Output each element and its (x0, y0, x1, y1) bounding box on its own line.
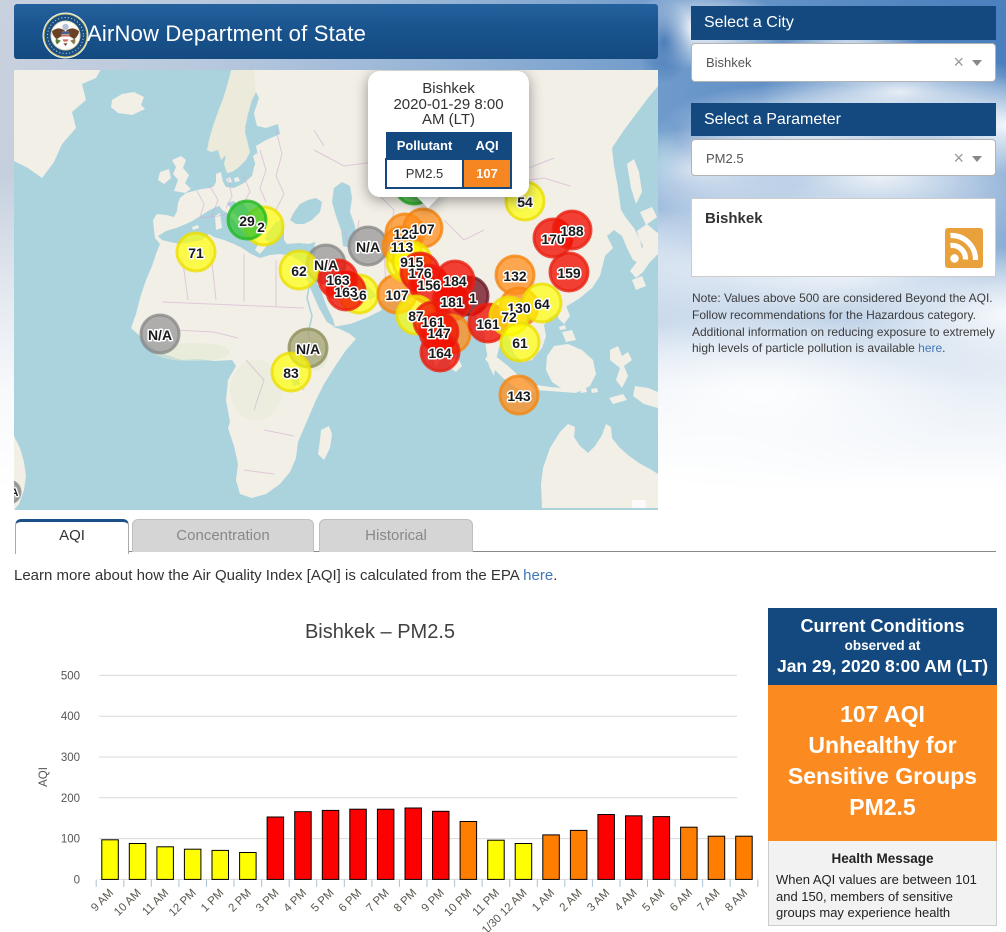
svg-text:5 AM: 5 AM (640, 887, 667, 914)
svg-text:1 PM: 1 PM (199, 887, 226, 914)
svg-text:72: 72 (501, 309, 517, 325)
svg-text:61: 61 (512, 335, 528, 351)
svg-text:400: 400 (61, 711, 80, 723)
svg-text:107: 107 (385, 287, 409, 303)
svg-text:2 PM: 2 PM (226, 887, 253, 914)
svg-text:12 PM: 12 PM (167, 887, 199, 919)
svg-text:147: 147 (427, 325, 451, 341)
svg-text:300: 300 (61, 752, 80, 764)
svg-text:11 AM: 11 AM (140, 887, 171, 918)
svg-text:62: 62 (291, 263, 307, 279)
svg-text:2 AM: 2 AM (558, 887, 585, 914)
svg-text:AQI: AQI (38, 767, 50, 787)
svg-text:4 PM: 4 PM (282, 887, 309, 914)
svg-text:200: 200 (61, 793, 80, 805)
svg-text:184: 184 (443, 273, 467, 289)
svg-text:159: 159 (557, 265, 581, 281)
svg-text:N/A: N/A (356, 239, 380, 255)
svg-text:164: 164 (428, 345, 452, 361)
svg-text:64: 64 (534, 296, 550, 312)
svg-text:161: 161 (476, 316, 500, 332)
svg-text:100: 100 (61, 834, 80, 846)
svg-text:7 AM: 7 AM (695, 887, 722, 914)
svg-text:4 AM: 4 AM (613, 887, 640, 914)
svg-text:181: 181 (440, 294, 464, 310)
svg-text:83: 83 (283, 365, 299, 381)
svg-text:8 PM: 8 PM (392, 887, 419, 914)
svg-text:188: 188 (560, 223, 584, 239)
svg-text:8 AM: 8 AM (723, 887, 750, 914)
svg-text:1 AM: 1 AM (530, 887, 557, 914)
svg-text:N/A: N/A (148, 327, 172, 343)
svg-text:107: 107 (411, 221, 435, 237)
svg-text:1: 1 (469, 290, 477, 306)
svg-text:113: 113 (391, 239, 414, 255)
svg-text:3 PM: 3 PM (254, 887, 281, 914)
svg-text:3 AM: 3 AM (585, 887, 612, 914)
svg-text:N/A: N/A (296, 341, 320, 357)
svg-text:6 AM: 6 AM (668, 887, 695, 914)
svg-text:10 PM: 10 PM (442, 887, 474, 919)
svg-text:10 AM: 10 AM (112, 887, 144, 919)
svg-text:7 PM: 7 PM (364, 887, 391, 914)
svg-text:N/A: N/A (314, 257, 338, 273)
svg-text:132: 132 (503, 268, 527, 284)
svg-text:N/A: N/A (14, 487, 19, 499)
svg-text:0: 0 (74, 874, 80, 886)
svg-text:29: 29 (239, 213, 255, 229)
svg-text:71: 71 (188, 245, 204, 261)
svg-text:143: 143 (507, 388, 531, 404)
svg-text:9: 9 (400, 254, 408, 270)
svg-text:2: 2 (257, 219, 265, 235)
svg-text:163: 163 (326, 272, 350, 288)
svg-text:500: 500 (61, 670, 80, 682)
svg-text:Bishkek – PM2.5: Bishkek – PM2.5 (305, 621, 455, 643)
svg-text:5 PM: 5 PM (309, 887, 336, 914)
svg-text:156: 156 (417, 277, 441, 293)
svg-text:6 PM: 6 PM (337, 887, 364, 914)
